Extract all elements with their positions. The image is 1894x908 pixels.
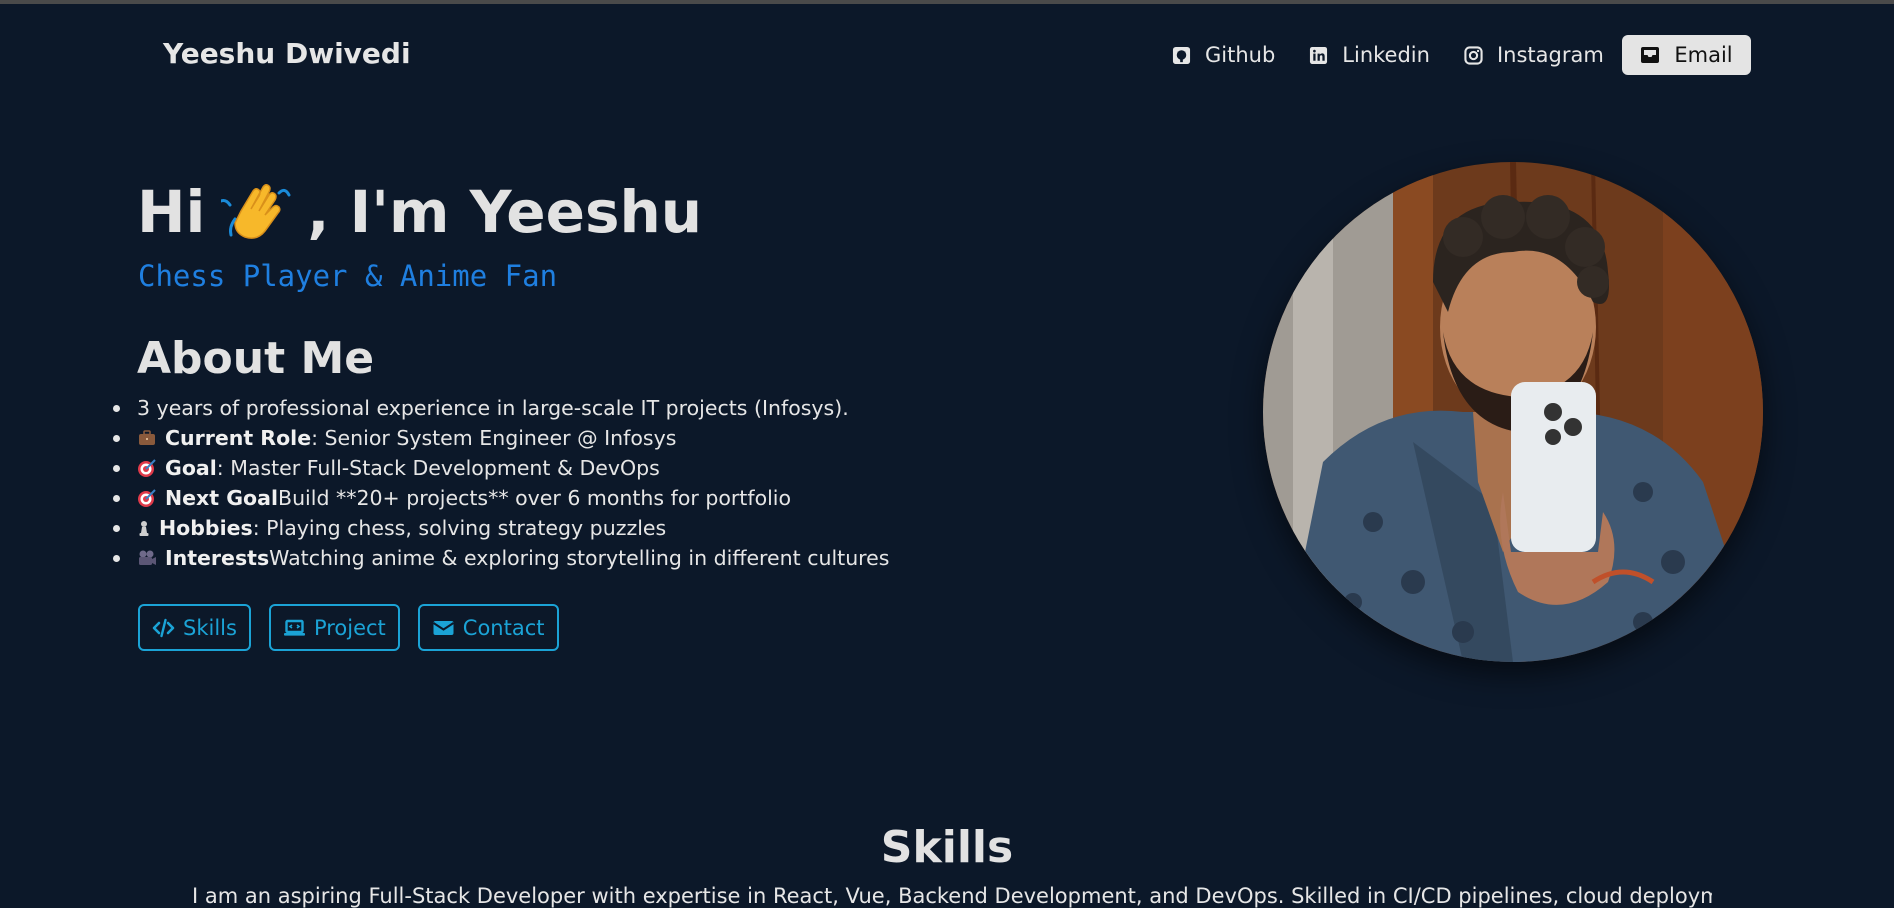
hero-greeting: Hi , I'm Yeeshu (137, 178, 702, 246)
contact-button-label: Contact (462, 615, 545, 640)
about-item-text: Watching anime & exploring storytelling … (269, 546, 890, 570)
inbox-icon (1640, 46, 1660, 64)
skills-heading: Skills (880, 822, 1014, 873)
envelope-icon (432, 618, 455, 638)
contact-button[interactable]: Contact (417, 604, 559, 651)
about-item-text: : Senior System Engineer @ Infosys (311, 426, 677, 450)
list-bullet (113, 404, 120, 412)
about-item-bold: Interests (165, 546, 270, 570)
nav-link-label: Linkedin (1342, 43, 1430, 67)
linkedin-icon (1309, 46, 1328, 65)
profile-photo (1263, 162, 1763, 662)
laptop-code-icon (283, 618, 306, 638)
list-bullet (113, 434, 120, 442)
action-buttons: Skills Project Contact (138, 604, 559, 651)
list-bullet (113, 524, 120, 532)
greeting-hi: Hi (137, 178, 206, 246)
instagram-icon (1464, 45, 1483, 65)
waving-hand-icon (221, 179, 291, 245)
briefcase-icon (137, 428, 157, 448)
about-item-bold: Hobbies (159, 516, 253, 540)
hero-subtitle: Chess Player & Anime Fan (138, 259, 558, 293)
about-item-current-role: Current Role : Senior System Engineer @ … (113, 423, 913, 453)
target-icon (137, 488, 157, 508)
about-item-interests: Interests Watching anime & exploring sto… (113, 543, 913, 573)
film-camera-icon (137, 548, 157, 568)
project-button[interactable]: Project (268, 604, 400, 651)
nav-link-instagram[interactable]: Instagram (1464, 43, 1604, 67)
about-item-hobbies: Hobbies : Playing chess, solving strateg… (113, 513, 913, 543)
code-icon (152, 618, 175, 638)
skills-intro: I am an aspiring Full-Stack Developer wi… (192, 884, 1712, 908)
top-nav: Github Linkedin Instagram (1172, 36, 1638, 74)
chess-pawn-icon (137, 518, 151, 538)
skills-button-label: Skills (183, 615, 237, 640)
about-heading: About Me (137, 333, 375, 384)
nav-link-linkedin[interactable]: Linkedin (1309, 43, 1430, 67)
email-button-label: Email (1674, 43, 1733, 67)
nav-link-label: Github (1205, 43, 1276, 67)
skills-button[interactable]: Skills (138, 604, 251, 651)
about-item-text: 3 years of professional experience in la… (137, 396, 849, 420)
about-item-bold: Next Goal (165, 486, 278, 510)
nav-link-github[interactable]: Github (1172, 43, 1275, 67)
about-item-text: : Playing chess, solving strategy puzzle… (252, 516, 667, 540)
project-button-label: Project (313, 615, 386, 640)
about-item-goal: Goal : Master Full-Stack Development & D… (113, 453, 913, 483)
about-item-next-goal: Next Goal Build **20+ projects** over 6 … (113, 483, 913, 513)
browser-top-strip (0, 0, 1894, 4)
about-list: 3 years of professional experience in la… (113, 393, 913, 573)
list-bullet (113, 464, 120, 472)
about-item-bold: Goal (165, 456, 217, 480)
greeting-name: , I'm Yeeshu (307, 178, 703, 246)
list-bullet (113, 554, 120, 562)
email-button[interactable]: Email (1622, 35, 1751, 75)
github-icon (1172, 46, 1191, 65)
about-item-bold: Current Role (165, 426, 312, 450)
about-item-text: Build **20+ projects** over 6 months for… (278, 486, 792, 510)
site-brand[interactable]: Yeeshu Dwivedi (163, 37, 411, 70)
nav-link-label: Instagram (1496, 43, 1604, 67)
about-item-experience: 3 years of professional experience in la… (113, 393, 913, 423)
list-bullet (113, 494, 120, 502)
target-icon (137, 458, 157, 478)
about-item-text: : Master Full-Stack Development & DevOps (216, 456, 660, 480)
